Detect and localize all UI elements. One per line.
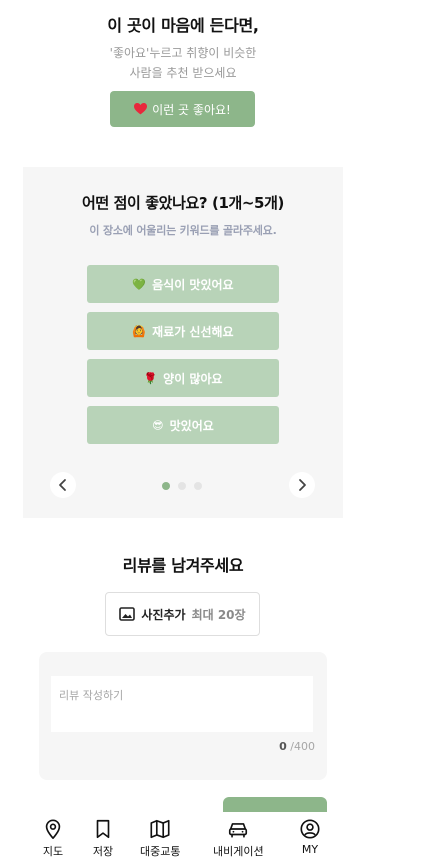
keyword-label: 음식이 맛있어요 bbox=[152, 277, 234, 292]
map-pin-icon bbox=[45, 819, 61, 839]
carousel-pagination bbox=[162, 482, 202, 490]
nav-label: 저장 bbox=[92, 845, 114, 858]
like-button-label: 이런 곳 좋아요! bbox=[152, 102, 231, 117]
like-section-subtitle-line1: '좋아요'누르고 취향이 비슷한 bbox=[109, 46, 257, 60]
map-icon bbox=[150, 819, 170, 839]
keyword-label: 양이 많아요 bbox=[163, 371, 223, 386]
review-section-title: 리뷰를 남겨주세요 bbox=[122, 556, 244, 575]
keyword-label: 재료가 신선해요 bbox=[152, 324, 234, 339]
car-icon bbox=[229, 823, 248, 838]
review-box: 0 /400 bbox=[39, 652, 327, 780]
heart-icon bbox=[134, 103, 148, 115]
user-icon bbox=[300, 819, 320, 839]
keyword-button-fresh-ingredients[interactable]: 🙆 재료가 신선해요 bbox=[87, 312, 279, 350]
nav-label: 내비게이션 bbox=[213, 845, 264, 858]
nav-label: 지도 bbox=[42, 845, 64, 858]
keyword-subtitle: 이 장소에 어울리는 키워드를 골라주세요. bbox=[89, 224, 277, 237]
keyword-title: 어떤 점이 좋았나요? (1개~5개) bbox=[82, 194, 284, 212]
add-photo-label: 사진추가 bbox=[141, 607, 186, 622]
green-heart-icon: 💚 bbox=[132, 277, 147, 291]
review-textarea[interactable] bbox=[51, 676, 313, 732]
carousel-prev-button[interactable] bbox=[50, 472, 76, 498]
nav-item-saved[interactable]: 저장 bbox=[92, 818, 114, 859]
add-photo-limit: 최대 20장 bbox=[191, 607, 246, 622]
like-section-subtitle-line2: 사람을 추천 받으세요 bbox=[129, 66, 237, 80]
keyword-button-large-portions[interactable]: 🌹 양이 많아요 bbox=[87, 359, 279, 397]
keyword-button-tasty-food[interactable]: 💚 음식이 맛있어요 bbox=[87, 265, 279, 303]
bottom-nav: 지도 저장 대중교통 내비게이션 MY bbox=[0, 812, 366, 868]
like-section-title: 이 곳이 마음에 든다면, bbox=[107, 16, 259, 35]
sunglasses-face-icon: 😎 bbox=[152, 418, 164, 432]
keyword-label: 맛있어요 bbox=[169, 418, 214, 433]
nav-item-my[interactable]: MY bbox=[299, 818, 321, 856]
char-counter: 0 /400 bbox=[279, 740, 315, 753]
chevron-left-icon bbox=[59, 479, 66, 491]
nav-item-transit[interactable]: 대중교통 bbox=[140, 818, 180, 859]
image-icon bbox=[119, 607, 136, 621]
carousel-dot-1[interactable] bbox=[162, 482, 170, 490]
carousel-dot-2[interactable] bbox=[178, 482, 186, 490]
rose-icon: 🌹 bbox=[143, 371, 158, 385]
nav-label: 대중교통 bbox=[140, 845, 181, 858]
person-gesturing-ok-icon: 🙆 bbox=[132, 324, 147, 338]
nav-item-map[interactable]: 지도 bbox=[42, 818, 64, 859]
bookmark-icon bbox=[96, 819, 110, 839]
keyword-panel: 어떤 점이 좋았나요? (1개~5개) 이 장소에 어울리는 키워드를 골라주세… bbox=[23, 167, 343, 518]
nav-item-navigation[interactable]: 내비게이션 bbox=[213, 818, 264, 859]
char-max: /400 bbox=[290, 740, 315, 753]
add-photo-button[interactable]: 사진추가 최대 20장 bbox=[105, 592, 260, 636]
carousel-next-button[interactable] bbox=[289, 472, 315, 498]
keyword-button-delicious[interactable]: 😎 맛있어요 bbox=[87, 406, 279, 444]
char-count: 0 bbox=[279, 740, 287, 753]
chevron-right-icon bbox=[299, 479, 306, 491]
carousel-dot-3[interactable] bbox=[194, 482, 202, 490]
nav-label: MY bbox=[301, 843, 319, 856]
like-button[interactable]: 이런 곳 좋아요! bbox=[110, 91, 255, 127]
